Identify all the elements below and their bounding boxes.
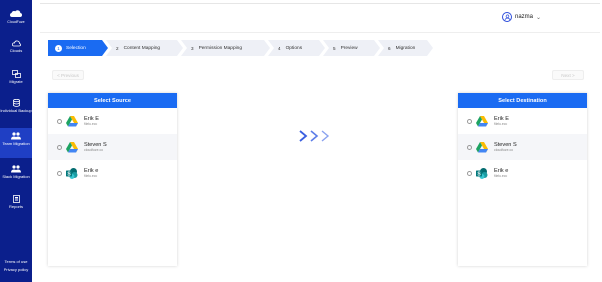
step-content-mapping[interactable]: 2 Content Mapping xyxy=(106,40,183,56)
brand-logo[interactable]: CloudFuze xyxy=(0,10,32,24)
sidebar-item-migrate[interactable]: Migrate xyxy=(0,68,32,88)
user-email: filelu.ecc xyxy=(494,173,508,178)
sidebar-item-team-migration[interactable]: Team Migration xyxy=(0,128,32,158)
brand-label: CloudFuze xyxy=(7,20,25,24)
source-panel: Select Source Erik E filelu.ecc Steven S… xyxy=(48,93,177,266)
cloud-icon xyxy=(11,40,21,47)
destination-row-erik-e[interactable]: Erik E filelu.ecc xyxy=(458,108,587,134)
destination-panel-title: Select Destination xyxy=(458,93,587,108)
radio-button[interactable] xyxy=(467,118,472,124)
radio-button[interactable] xyxy=(57,118,62,124)
step-number: 2 xyxy=(116,45,119,51)
cloudfuze-logo-icon xyxy=(10,10,22,17)
step-label: Content Mapping xyxy=(123,45,161,51)
sidebar-item-label: Individual Backup xyxy=(0,108,32,113)
source-row-erik-e-sharepoint[interactable]: S Erik e filelu.ecc xyxy=(48,160,177,186)
step-permission-mapping[interactable]: 3 Permission Mapping xyxy=(181,40,270,56)
sharepoint-icon: S xyxy=(476,167,488,179)
step-label: Options xyxy=(285,45,303,51)
sidebar-item-individual-backup[interactable]: Individual Backup xyxy=(0,97,32,123)
source-panel-title: Select Source xyxy=(48,93,177,108)
step-migration[interactable]: 6 Migration xyxy=(378,40,433,56)
user-name: Erik E xyxy=(84,115,99,122)
terms-link[interactable]: Terms of use xyxy=(0,258,32,266)
sidebar-item-clouds[interactable]: Clouds xyxy=(0,38,32,58)
destination-row-erik-e-sharepoint[interactable]: S Erik e filelu.ecc xyxy=(458,160,587,186)
user-email: cloudfuze.co xyxy=(84,147,104,152)
previous-button[interactable]: < Previous xyxy=(52,70,84,80)
migration-stepper: 1 Selection 2 Content Mapping 3 Permissi… xyxy=(48,40,431,56)
user-icon xyxy=(502,12,512,22)
radio-button[interactable] xyxy=(57,144,62,150)
sidebar-item-reports[interactable]: Reports xyxy=(0,193,32,213)
destination-panel: Select Destination Erik E filelu.ecc Ste… xyxy=(458,93,587,266)
sidebar-item-label: Migrate xyxy=(9,79,23,84)
database-icon xyxy=(12,99,20,107)
sidebar: CloudFuze Clouds Migrate Individual Back… xyxy=(0,0,32,282)
radio-button[interactable] xyxy=(467,144,472,150)
step-number: 6 xyxy=(388,45,391,51)
sidebar-item-slack-migration[interactable]: Slack Migration xyxy=(0,163,32,189)
step-label: Migration xyxy=(395,45,416,51)
migration-direction-arrows xyxy=(298,129,331,143)
user-name: Erik E xyxy=(494,115,509,122)
user-name: Steven S xyxy=(84,141,107,148)
user-name: Erik e xyxy=(494,167,509,174)
sidebar-footer: Terms of use Privacy policy xyxy=(0,258,32,274)
slack-icon xyxy=(11,165,21,173)
sharepoint-icon: S xyxy=(66,167,78,179)
top-bar-edge xyxy=(40,0,600,4)
user-email: filelu.ecc xyxy=(84,173,98,178)
chevron-right-icon xyxy=(299,130,330,142)
user-name: Steven S xyxy=(494,141,517,148)
sidebar-item-label: Reports xyxy=(8,204,23,209)
privacy-link[interactable]: Privacy policy xyxy=(0,266,32,274)
header-divider xyxy=(40,32,600,33)
google-drive-icon xyxy=(66,141,78,152)
team-icon xyxy=(11,132,21,140)
username: nazma xyxy=(515,14,534,20)
sidebar-item-label: Team Migration xyxy=(2,141,30,146)
radio-button[interactable] xyxy=(467,170,472,176)
step-number: 4 xyxy=(278,45,281,51)
migrate-icon xyxy=(11,70,21,78)
chevron-down-icon: ⌄ xyxy=(536,14,542,21)
user-email: filelu.ecc xyxy=(84,121,98,126)
reports-icon xyxy=(12,195,20,203)
user-email: cloudfuze.co xyxy=(494,147,514,152)
step-label: Preview xyxy=(340,45,358,51)
next-button[interactable]: Next > xyxy=(552,70,584,80)
step-number: 5 xyxy=(333,45,336,51)
step-label: Permission Mapping xyxy=(198,45,243,51)
destination-row-steven-s[interactable]: Steven S cloudfuze.co xyxy=(458,134,587,160)
user-name: Erik e xyxy=(84,167,99,174)
sidebar-item-label: Slack Migration xyxy=(2,174,30,179)
step-number: 1 xyxy=(55,45,62,52)
step-selection[interactable]: 1 Selection xyxy=(48,40,108,56)
user-menu[interactable]: nazma ⌄ xyxy=(502,12,541,22)
step-preview[interactable]: 5 Preview xyxy=(323,40,380,56)
google-drive-icon xyxy=(476,115,488,126)
step-options[interactable]: 4 Options xyxy=(268,40,325,56)
step-label: Selection xyxy=(66,45,86,51)
source-row-steven-s[interactable]: Steven S cloudfuze.co xyxy=(48,134,177,160)
radio-button[interactable] xyxy=(57,170,62,176)
google-drive-icon xyxy=(476,141,488,152)
user-email: filelu.ecc xyxy=(494,121,508,126)
step-number: 3 xyxy=(191,45,194,51)
source-row-erik-e[interactable]: Erik E filelu.ecc xyxy=(48,108,177,134)
sidebar-item-label: Clouds xyxy=(9,48,23,53)
google-drive-icon xyxy=(66,115,78,126)
